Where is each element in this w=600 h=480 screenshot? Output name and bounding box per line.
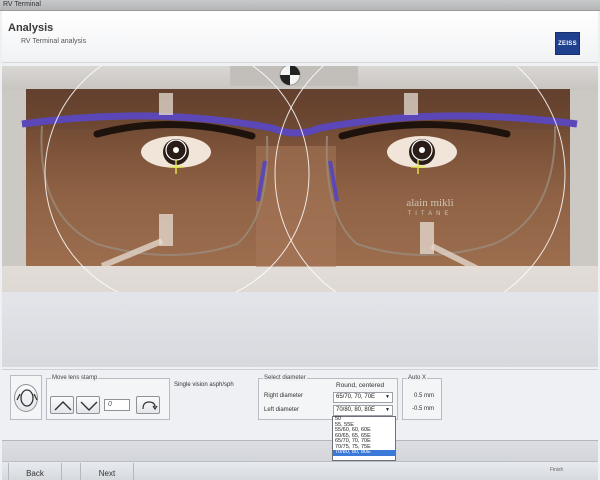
finish-button[interactable]: Finish bbox=[550, 467, 563, 473]
auto-x-top-value: 0.5 mm bbox=[414, 393, 435, 399]
frame-brand-text: alain mikli bbox=[406, 197, 453, 209]
window-title: RV Terminal bbox=[3, 1, 41, 8]
chevron-up-icon bbox=[54, 401, 72, 411]
workspace-band bbox=[2, 292, 598, 367]
move-lens-stamp-group: Move lens stamp 0 bbox=[46, 375, 170, 420]
chevron-down-icon: ▼ bbox=[385, 394, 390, 400]
left-diameter-dropdown-list[interactable]: 50 55, 55E 55/60, 60, 60E 60/65, 65, 65E… bbox=[332, 416, 396, 461]
shape-value: Round, centered bbox=[336, 382, 385, 389]
select-diameter-label: Select diameter bbox=[263, 375, 307, 381]
right-diameter-select[interactable]: 65/70, 70, 70E ▼ bbox=[333, 392, 393, 403]
back-button[interactable]: Back bbox=[8, 463, 62, 480]
move-stamp-up-button[interactable] bbox=[50, 396, 74, 414]
page-title: Analysis bbox=[8, 22, 54, 34]
diameter-option-selected[interactable]: 70/80, 80, 80E bbox=[333, 449, 395, 456]
left-diameter-value: 70/80, 80, 80E bbox=[336, 407, 376, 413]
move-stamp-down-button[interactable] bbox=[76, 396, 100, 414]
right-top-clip bbox=[159, 93, 173, 115]
page-header: Analysis RV Terminal analysis ZEISS bbox=[2, 11, 598, 63]
chevron-down-icon bbox=[80, 401, 98, 411]
chevron-down-icon: ▼ bbox=[385, 407, 390, 413]
stamp-offset-field[interactable]: 0 bbox=[104, 399, 130, 411]
auto-x-group: Auto X bbox=[402, 375, 442, 420]
left-diameter-select[interactable]: 70/80, 80, 80E ▼ bbox=[333, 405, 393, 416]
frame-model-text: TITANE bbox=[408, 211, 453, 217]
rotate-stamp-button[interactable] bbox=[136, 396, 160, 414]
rotate-icon bbox=[142, 401, 158, 411]
lens-type-label: Single vision asph/sph bbox=[174, 382, 234, 388]
next-button[interactable]: Next bbox=[80, 463, 134, 480]
face-toggle-box bbox=[10, 375, 42, 420]
analysis-overlay: alain mikli TITANE bbox=[21, 66, 578, 292]
page-subtitle: RV Terminal analysis bbox=[21, 38, 87, 45]
right-diameter-label: Right diameter bbox=[264, 393, 304, 399]
bottom-navigation-bar: Back Next Finish bbox=[2, 440, 598, 480]
auto-x-bottom-value: -0.5 mm bbox=[412, 406, 435, 412]
face-toggle-button[interactable] bbox=[14, 384, 38, 412]
logo-text: ZEISS bbox=[558, 41, 577, 47]
left-diameter-label: Left diameter bbox=[264, 407, 300, 413]
face-photo-area: alain mikli TITANE bbox=[2, 66, 598, 292]
right-diameter-value: 65/70, 70, 70E bbox=[336, 394, 376, 400]
auto-x-label: Auto X bbox=[407, 375, 428, 381]
window-titlebar: RV Terminal bbox=[0, 0, 600, 11]
face-icon bbox=[16, 389, 38, 407]
move-lens-stamp-label: Move lens stamp bbox=[51, 375, 99, 381]
left-top-clip bbox=[404, 93, 418, 115]
zeiss-logo: ZEISS bbox=[555, 32, 580, 55]
